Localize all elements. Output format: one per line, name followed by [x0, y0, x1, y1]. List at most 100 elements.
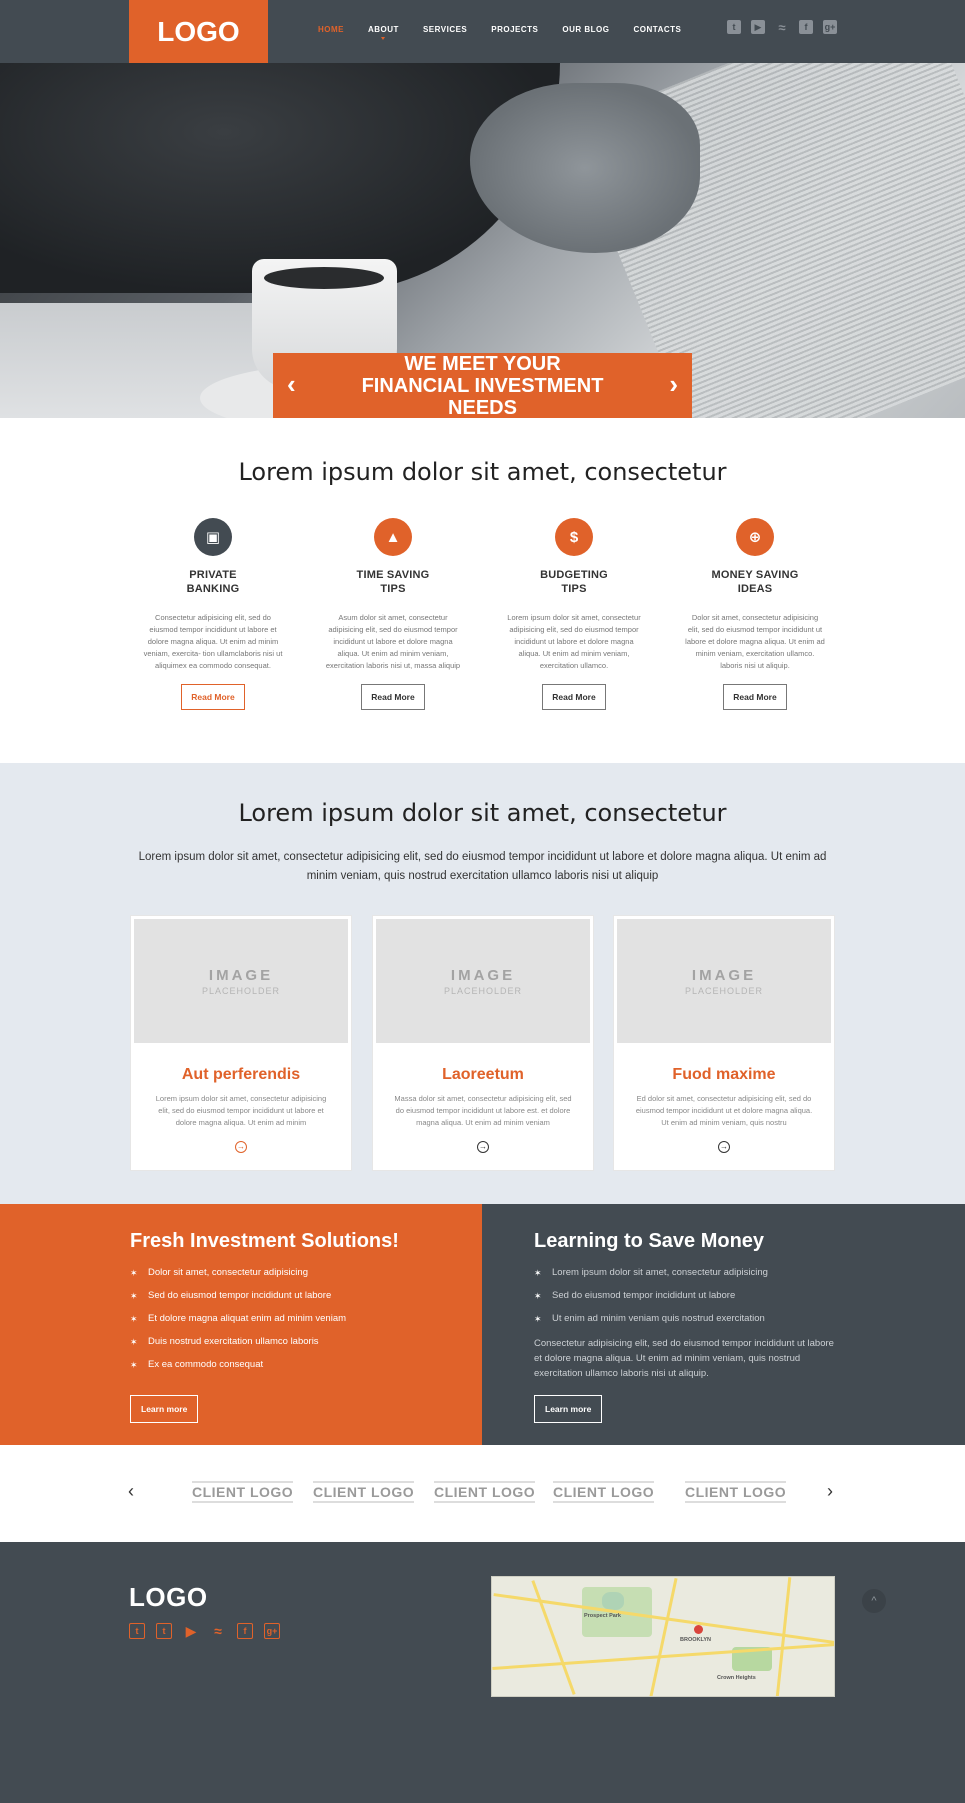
client-logo[interactable]: CLIENT LOGO	[313, 1481, 415, 1503]
chevron-left-icon[interactable]: ‹	[287, 371, 296, 397]
feature-heading-line2: TIPS	[380, 583, 406, 595]
saving-panel: Learning to Save Money Lorem ipsum dolor…	[482, 1204, 965, 1445]
read-more-button[interactable]: Read More	[361, 684, 425, 710]
list-item: Sed do eiusmod tempor incididunt ut labo…	[534, 1290, 768, 1302]
footer-logo[interactable]: LOGO	[129, 1582, 208, 1613]
map-road	[649, 1578, 678, 1696]
hero-hand	[470, 83, 700, 253]
placeholder-bottom: PLACEHOLDER	[443, 985, 523, 996]
list-item: Ut enim ad minim veniam quis nostrud exe…	[534, 1313, 768, 1325]
card-title[interactable]: Aut perferendis	[131, 1066, 351, 1084]
nav-contacts[interactable]: CONTACTS	[634, 25, 682, 34]
client-logo[interactable]: CLIENT LOGO	[553, 1481, 655, 1503]
rss-icon[interactable]: ≈	[210, 1623, 226, 1639]
youtube-icon[interactable]: ▶	[183, 1623, 199, 1639]
location-map[interactable]: BROOKLYN Prospect Park Crown Heights	[491, 1576, 835, 1697]
twitter-icon[interactable]: t	[727, 20, 741, 34]
map-pin-icon[interactable]	[694, 1625, 703, 1634]
arrow-circle-icon[interactable]: →	[477, 1141, 489, 1153]
money-bag-icon: $	[555, 518, 593, 556]
learn-more-button[interactable]: Learn more	[534, 1395, 603, 1423]
feature-text: Asum dolor sit amet, consectetur adipisi…	[325, 613, 461, 670]
read-more-button[interactable]: Read More	[181, 684, 245, 710]
hero-banner: ‹ WE MEET YOUR FINANCIAL INVESTMENT NEED…	[273, 353, 692, 419]
back-to-top-icon[interactable]: ^	[862, 1589, 886, 1613]
chevron-left-icon[interactable]: ‹	[128, 1481, 134, 1502]
footer-social: t t ▶ ≈ f g+	[129, 1623, 280, 1639]
investment-list: Dolor sit amet, consectetur adipisicing …	[130, 1267, 346, 1382]
map-label: BROOKLYN	[680, 1637, 711, 1643]
saving-paragraph: Consectetur adipisicing elit, sed do eiu…	[534, 1338, 834, 1379]
site-footer: LOGO t t ▶ ≈ f g+ BROOKLYN Prospect Park…	[0, 1542, 965, 1803]
map-label: Prospect Park	[584, 1613, 621, 1619]
list-item: Lorem ipsum dolor sit amet, consectetur …	[534, 1267, 768, 1279]
split-section: Fresh Investment Solutions! Dolor sit am…	[0, 1204, 965, 1445]
image-placeholder: IMAGE PLACEHOLDER	[134, 919, 348, 1043]
feature-heading-line1: PRIVATE	[189, 569, 237, 581]
placeholder-bottom: PLACEHOLDER	[201, 985, 281, 996]
google-plus-icon[interactable]: g+	[823, 20, 837, 34]
saving-title: Learning to Save Money	[534, 1230, 765, 1252]
site-header: LOGO HOME ABOUT SERVICES PROJECTS OUR BL…	[0, 0, 965, 63]
card-title[interactable]: Laoreetum	[373, 1066, 593, 1084]
investment-panel: Fresh Investment Solutions! Dolor sit am…	[0, 1204, 482, 1445]
feature-text: Dolor sit amet, consectetur adipisicing …	[685, 613, 825, 670]
projects-section: Lorem ipsum dolor sit amet, consectetur …	[0, 763, 965, 1204]
client-logo[interactable]: CLIENT LOGO	[685, 1481, 787, 1503]
feature-heading: BUDGETING TIPS	[504, 568, 644, 596]
client-logo[interactable]: CLIENT LOGO	[434, 1481, 536, 1503]
client-logo[interactable]: CLIENT LOGO	[192, 1481, 294, 1503]
projects-title: Lorem ipsum dolor sit amet, consectetur	[238, 799, 727, 827]
header-logo[interactable]: LOGO	[129, 0, 268, 63]
facebook-icon[interactable]: f	[237, 1623, 253, 1639]
facebook-icon[interactable]: f	[799, 20, 813, 34]
read-more-button[interactable]: Read More	[723, 684, 787, 710]
feature-money-saving: ⊕ MONEY SAVING IDEAS Dolor sit amet, cons…	[685, 518, 825, 710]
nav-our-blog[interactable]: OUR BLOG	[562, 25, 609, 34]
wallet-icon: ▣	[194, 518, 232, 556]
placeholder-top: IMAGE	[691, 966, 757, 984]
feature-text: Consectetur adipisicing elit, sed do eiu…	[143, 613, 283, 670]
feature-heading: PRIVATE BANKING	[143, 568, 283, 596]
nav-home[interactable]: HOME	[318, 25, 344, 34]
list-item: Sed do eiusmod tempor incididunt ut labo…	[130, 1290, 346, 1302]
project-card: IMAGE PLACEHOLDER Laoreetum Massa dolor …	[372, 915, 594, 1171]
list-item: Duis nostrud exercitation ullamco labori…	[130, 1336, 346, 1348]
nav-services[interactable]: SERVICES	[423, 25, 467, 34]
feature-time-saving: ▲ TIME SAVING TIPS Asum dolor sit amet, c…	[323, 518, 463, 710]
learn-more-button[interactable]: Learn more	[130, 1395, 199, 1423]
chevron-right-icon[interactable]: ›	[669, 371, 678, 397]
google-plus-icon[interactable]: g+	[264, 1623, 280, 1639]
placeholder-bottom: PLACEHOLDER	[684, 985, 764, 996]
card-text: Massa dolor sit amet, consectetur adipis…	[394, 1094, 572, 1127]
feature-heading: TIME SAVING TIPS	[323, 568, 463, 596]
feature-heading: MONEY SAVING IDEAS	[685, 568, 825, 596]
feature-budgeting: $ BUDGETING TIPS Lorem ipsum dolor sit am…	[504, 518, 644, 710]
main-nav: HOME ABOUT SERVICES PROJECTS OUR BLOG CO…	[318, 25, 705, 40]
rss-icon[interactable]: ≈	[775, 20, 789, 35]
features-title: Lorem ipsum dolor sit amet, consectetur	[238, 458, 727, 486]
placeholder-top: IMAGE	[208, 966, 274, 984]
project-card: IMAGE PLACEHOLDER Aut perferendis Lorem …	[130, 915, 352, 1171]
image-placeholder: IMAGE PLACEHOLDER	[376, 919, 590, 1043]
nav-projects[interactable]: PROJECTS	[491, 25, 538, 34]
arrow-circle-icon[interactable]: →	[718, 1141, 730, 1153]
nav-about[interactable]: ABOUT	[368, 25, 399, 40]
twitter-icon[interactable]: t	[156, 1623, 172, 1639]
feature-heading-line2: IDEAS	[737, 583, 773, 595]
youtube-icon[interactable]: ▶	[751, 20, 765, 34]
card-text: Ed dolor sit amet, consectetur adipisici…	[635, 1094, 813, 1127]
chart-icon: ▲	[374, 518, 412, 556]
read-more-button[interactable]: Read More	[542, 684, 606, 710]
card-title[interactable]: Fuod maxime	[614, 1066, 834, 1084]
header-social: t ▶ ≈ f g+	[727, 20, 837, 35]
list-item: Ex ea commodo consequat	[130, 1359, 346, 1371]
feature-heading-line2: TIPS	[561, 583, 587, 595]
tumblr-icon[interactable]: t	[129, 1623, 145, 1639]
chevron-right-icon[interactable]: ›	[827, 1481, 833, 1502]
feature-private-banking: ▣ PRIVATE BANKING Consectetur adipisicing…	[143, 518, 283, 710]
feature-heading-line1: BUDGETING	[540, 569, 608, 581]
arrow-circle-icon[interactable]: →	[235, 1141, 247, 1153]
feature-heading-line2: BANKING	[186, 583, 240, 595]
feature-heading-line1: MONEY SAVING	[711, 569, 799, 581]
